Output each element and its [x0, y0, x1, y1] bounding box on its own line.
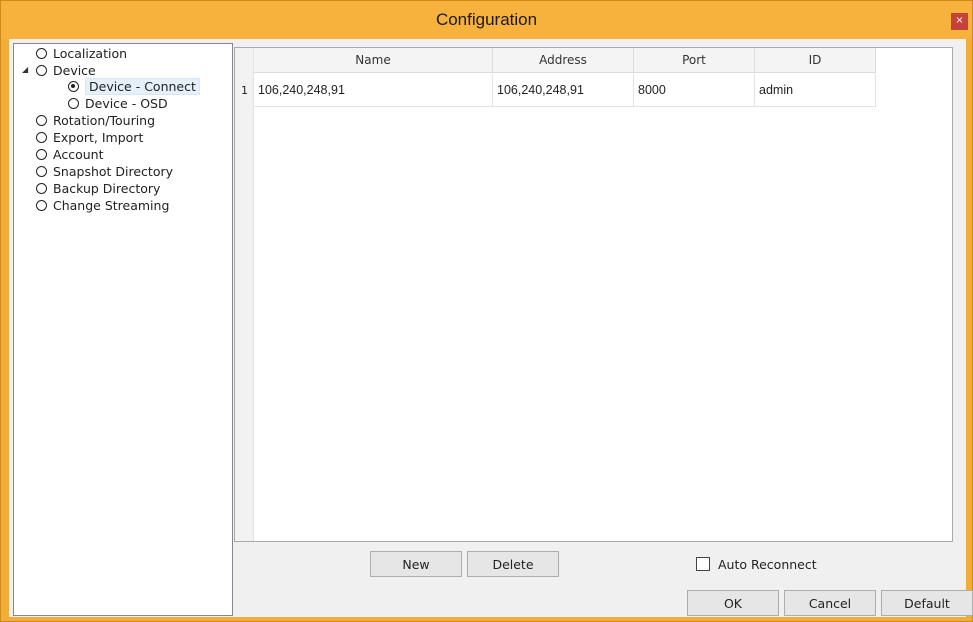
cancel-button[interactable]: Cancel	[784, 590, 876, 616]
radio-icon	[36, 165, 47, 177]
new-button[interactable]: New	[370, 551, 462, 577]
tree-item-label: Device - Connect	[85, 77, 200, 95]
radio-icon	[36, 47, 47, 59]
tree-item-account[interactable]: Account	[36, 146, 103, 162]
radio-checked-icon	[68, 80, 79, 92]
tree-item-label: Account	[53, 146, 104, 162]
column-header-port[interactable]: Port	[634, 48, 755, 73]
radio-icon	[36, 199, 47, 211]
tree-item-backup-directory[interactable]: Backup Directory	[36, 180, 160, 196]
column-header-id[interactable]: ID	[755, 48, 876, 73]
cell-name[interactable]: 106,240,248,91	[254, 74, 493, 107]
close-button[interactable]: ×	[951, 13, 968, 30]
row-header-column	[235, 48, 254, 541]
row-number: 1	[241, 84, 248, 97]
cell-id[interactable]: admin	[755, 74, 876, 107]
expander-icon[interactable]: ◢	[22, 65, 28, 74]
radio-icon	[36, 182, 47, 194]
tree-item-label: Export, Import	[53, 129, 144, 145]
tree-item-device-osd[interactable]: Device - OSD	[68, 95, 168, 111]
window-title: Configuration	[435, 10, 538, 29]
tree-item-export-import[interactable]: Export, Import	[36, 129, 143, 145]
device-grid: Name Address Port ID 1 106,240,248,91 10…	[234, 47, 953, 542]
tree-item-snapshot-directory[interactable]: Snapshot Directory	[36, 163, 173, 179]
column-header-name[interactable]: Name	[254, 48, 493, 73]
radio-icon	[36, 64, 47, 76]
tree-item-label: Device	[53, 62, 96, 78]
delete-button[interactable]: Delete	[467, 551, 559, 577]
auto-reconnect-label: Auto Reconnect	[718, 556, 817, 572]
tree-item-device[interactable]: Device	[36, 62, 96, 78]
default-button[interactable]: Default	[881, 590, 973, 616]
cell-port[interactable]: 8000	[634, 74, 755, 107]
tree-item-label: Localization	[53, 45, 128, 61]
auto-reconnect-checkbox[interactable]	[696, 557, 710, 571]
radio-icon	[68, 97, 79, 109]
tree-item-rotation-touring[interactable]: Rotation/Touring	[36, 112, 155, 128]
settings-tree: Localization ◢ Device Device - Connect D…	[13, 43, 233, 616]
title-bar[interactable]: Configuration ×	[1, 1, 972, 39]
ok-button[interactable]: OK	[687, 590, 779, 616]
tree-item-localization[interactable]: Localization	[36, 45, 127, 61]
configuration-window: Configuration × Localization ◢ Device De…	[0, 0, 973, 622]
tree-item-label: Device - OSD	[85, 95, 168, 111]
tree-item-change-streaming[interactable]: Change Streaming	[36, 197, 169, 213]
tree-item-label: Backup Directory	[53, 180, 161, 196]
tree-item-label: Snapshot Directory	[53, 163, 174, 179]
radio-icon	[36, 131, 47, 143]
auto-reconnect-option[interactable]: Auto Reconnect	[696, 555, 817, 573]
tree-item-label: Change Streaming	[53, 197, 170, 213]
tree-item-device-connect[interactable]: Device - Connect	[68, 77, 200, 95]
radio-icon	[36, 148, 47, 160]
column-header-address[interactable]: Address	[493, 48, 634, 73]
radio-icon	[36, 114, 47, 126]
cell-address[interactable]: 106,240,248,91	[493, 74, 634, 107]
tree-item-label: Rotation/Touring	[53, 112, 156, 128]
